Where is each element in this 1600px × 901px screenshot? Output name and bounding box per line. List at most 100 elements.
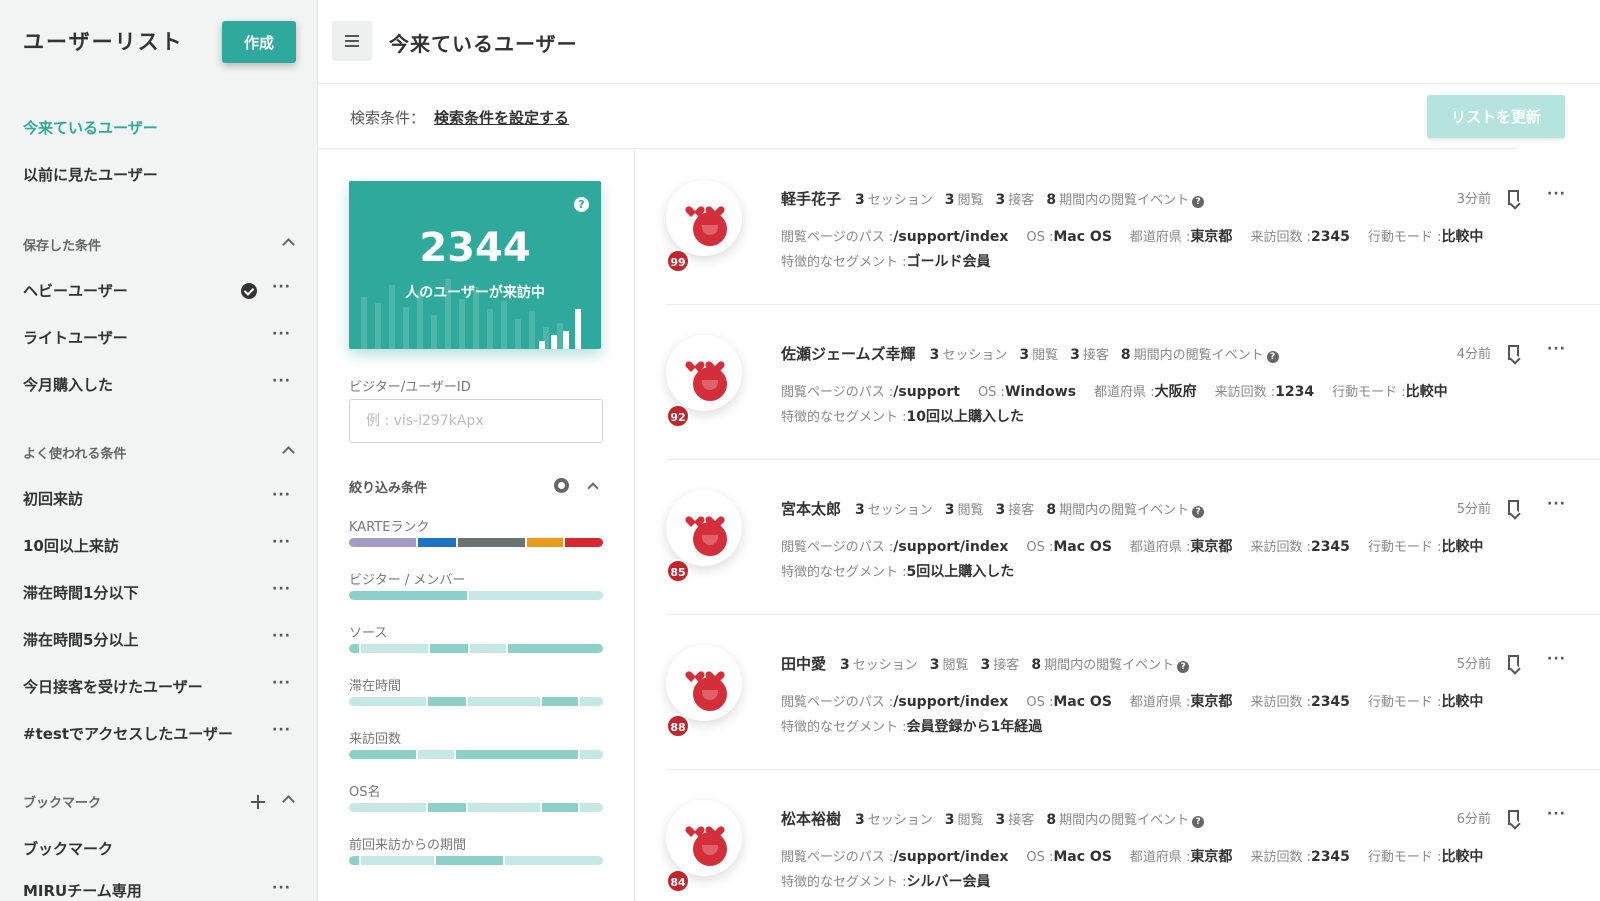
bookmark-icon[interactable] <box>1508 810 1519 825</box>
gear-icon[interactable] <box>554 478 569 493</box>
filter-distribution-bar[interactable] <box>349 750 603 759</box>
bar-segment[interactable] <box>427 803 467 812</box>
saved-item-heavy[interactable]: ヘビーユーザー <box>23 280 128 301</box>
bar-segment[interactable] <box>418 750 455 759</box>
help-icon[interactable]: ? <box>1266 351 1279 363</box>
bar-segment[interactable] <box>435 856 503 865</box>
bar-segment[interactable] <box>542 803 578 812</box>
help-icon[interactable]: ? <box>1192 506 1205 518</box>
bar-segment[interactable] <box>469 591 603 600</box>
bookmark-icon[interactable] <box>1508 345 1519 360</box>
bar-segment[interactable] <box>579 697 603 706</box>
more-icon[interactable]: ··· <box>272 487 291 503</box>
user-row[interactable]: 85 宮本太郎 3 セッション 3 閲覧 3 接客 8 期間内の閲覧イベント? 5分前 ··· 閲覧ペー… <box>636 460 1600 615</box>
bar-segment[interactable] <box>427 697 467 706</box>
user-name[interactable]: 松本裕樹 <box>781 810 841 828</box>
filter-distribution-bar[interactable] <box>349 591 603 600</box>
more-icon[interactable]: ··· <box>272 581 291 597</box>
update-list-button[interactable]: リストを更新 <box>1427 95 1565 138</box>
more-icon[interactable]: ··· <box>1547 806 1566 822</box>
bar-segment[interactable] <box>468 803 541 812</box>
chevron-up-icon[interactable] <box>282 795 295 808</box>
bar-segment[interactable] <box>349 591 468 600</box>
bar-segment[interactable] <box>456 750 578 759</box>
user-name[interactable]: 宮本太郎 <box>781 500 841 518</box>
bar-segment[interactable] <box>542 697 578 706</box>
more-icon[interactable]: ··· <box>272 880 291 896</box>
bar-segment[interactable] <box>579 750 603 759</box>
filter-distribution-bar[interactable] <box>349 856 603 865</box>
chevron-up-icon[interactable] <box>587 482 599 494</box>
more-icon[interactable]: ··· <box>272 722 291 738</box>
saved-item-light[interactable]: ライトユーザー <box>23 327 128 348</box>
bar-segment[interactable] <box>470 644 507 653</box>
bookmark-item[interactable]: ブックマーク <box>23 838 113 859</box>
visitor-id-input[interactable] <box>349 399 603 443</box>
bar-segment[interactable] <box>361 644 428 653</box>
user-row[interactable]: 92 佐瀬ジェームズ幸輝 3 セッション 3 閲覧 3 接客 8 期間内の閲覧イベント? 4分前 ··… <box>636 305 1600 460</box>
more-icon[interactable]: ··· <box>1547 341 1566 357</box>
create-button[interactable]: 作成 <box>222 21 296 63</box>
bar-segment[interactable] <box>564 538 603 547</box>
more-icon[interactable]: ··· <box>1547 186 1566 202</box>
more-icon[interactable]: ··· <box>1547 496 1566 512</box>
frequent-item[interactable]: 初回来訪 <box>23 488 83 509</box>
bar-segment[interactable] <box>349 856 360 865</box>
set-search-condition-link[interactable]: 検索条件を設定する <box>434 107 569 128</box>
bar-segment[interactable] <box>349 750 417 759</box>
bar-segment[interactable] <box>579 803 603 812</box>
hamburger-menu-button[interactable] <box>332 21 372 61</box>
help-icon[interactable]: ? <box>1177 661 1190 673</box>
filter-distribution-bar[interactable] <box>349 644 603 653</box>
chevron-up-icon[interactable] <box>282 446 295 459</box>
bar-segment[interactable] <box>429 644 469 653</box>
user-row[interactable]: 84 松本裕樹 3 セッション 3 閲覧 3 接客 8 期間内の閲覧イベント? 6分前 ··· 閲覧ペー… <box>636 770 1600 901</box>
bar-segment[interactable] <box>504 856 603 865</box>
user-row[interactable]: 88 田中愛 3 セッション 3 閲覧 3 接客 8 期間内の閲覧イベント? 5分前 ··· 閲覧ページ… <box>636 615 1600 770</box>
frequent-item[interactable]: #testでアクセスしたユーザー <box>23 723 233 744</box>
bar-segment[interactable] <box>508 644 603 653</box>
bookmark-icon[interactable] <box>1508 190 1519 205</box>
bar-segment[interactable] <box>361 856 434 865</box>
avatar[interactable] <box>666 180 742 256</box>
user-name[interactable]: 佐瀬ジェームズ幸輝 <box>781 345 916 363</box>
bar-segment[interactable] <box>417 538 457 547</box>
saved-item-this-month[interactable]: 今月購入した <box>23 374 113 395</box>
frequent-item[interactable]: 10回以上来訪 <box>23 535 119 556</box>
help-icon[interactable]: ? <box>1192 196 1205 208</box>
bar-segment[interactable] <box>526 538 563 547</box>
more-icon[interactable]: ··· <box>1547 651 1566 667</box>
filter-distribution-bar[interactable] <box>349 803 603 812</box>
more-icon[interactable]: ··· <box>272 373 291 389</box>
frequent-item[interactable]: 今日接客を受けたユーザー <box>23 676 203 697</box>
bookmark-item[interactable]: MIRUチーム専用 <box>23 880 142 901</box>
nav-current-users[interactable]: 今来ているユーザー <box>23 117 158 138</box>
frequent-item[interactable]: 滞在時間1分以下 <box>23 582 138 603</box>
user-name[interactable]: 軽手花子 <box>781 190 841 208</box>
help-icon[interactable]: ? <box>1192 816 1205 828</box>
avatar[interactable] <box>666 800 742 876</box>
more-icon[interactable]: ··· <box>272 279 291 295</box>
bar-segment[interactable] <box>468 697 541 706</box>
more-icon[interactable]: ··· <box>272 675 291 691</box>
bar-segment[interactable] <box>349 697 426 706</box>
bookmark-icon[interactable] <box>1508 655 1519 670</box>
more-icon[interactable]: ··· <box>272 326 291 342</box>
bar-segment[interactable] <box>349 538 416 547</box>
more-icon[interactable]: ··· <box>272 534 291 550</box>
avatar[interactable] <box>666 645 742 721</box>
filter-distribution-bar[interactable] <box>349 538 603 547</box>
bookmark-icon[interactable] <box>1508 500 1519 515</box>
bar-segment[interactable] <box>349 803 426 812</box>
nav-past-users[interactable]: 以前に見たユーザー <box>23 164 158 185</box>
help-icon[interactable]: ? <box>574 197 589 212</box>
user-name[interactable]: 田中愛 <box>781 655 826 673</box>
frequent-item[interactable]: 滞在時間5分以上 <box>23 629 138 650</box>
user-row[interactable]: 99 軽手花子 3 セッション 3 閲覧 3 接客 8 期間内の閲覧イベント? 3分前 ··· 閲覧ペー… <box>636 150 1600 305</box>
avatar[interactable] <box>666 335 742 411</box>
avatar[interactable] <box>666 490 742 566</box>
filter-distribution-bar[interactable] <box>349 697 603 706</box>
more-icon[interactable]: ··· <box>272 628 291 644</box>
bar-segment[interactable] <box>458 538 525 547</box>
plus-icon[interactable] <box>251 795 265 809</box>
